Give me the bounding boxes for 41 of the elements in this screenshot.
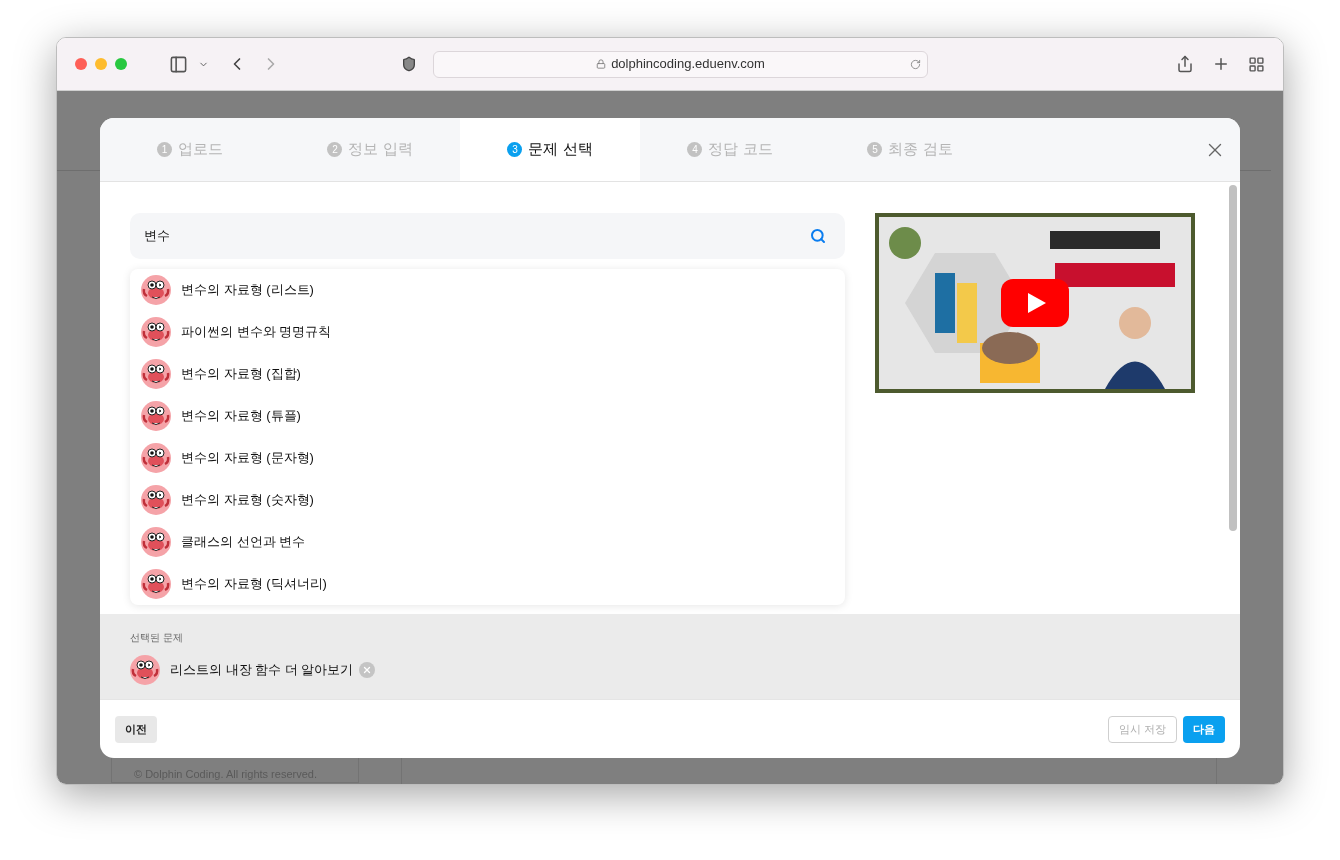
step-tab[interactable]: 3 문제 선택 [460, 118, 640, 181]
step-number: 4 [687, 142, 703, 157]
address-bar[interactable]: dolphincoding.eduenv.com [433, 50, 928, 78]
previous-button[interactable]: 이전 [115, 715, 157, 743]
close-window-icon[interactable] [75, 58, 87, 70]
result-item[interactable]: 파이썬의 변수와 명명규칙 [130, 311, 845, 353]
result-item[interactable]: 변수의 자료형 (문자형) [130, 437, 845, 479]
search-icon[interactable] [810, 228, 826, 244]
step-number: 5 [867, 142, 883, 157]
step-number: 3 [507, 142, 523, 157]
url-text: dolphincoding.eduenv.com [611, 55, 765, 74]
selected-item-title: 리스트의 내장 함수 더 알아보기 [170, 661, 354, 680]
crab-avatar-icon [141, 401, 171, 431]
crab-avatar-icon [141, 359, 171, 389]
sidebar-icon[interactable] [169, 54, 188, 74]
lock-icon [596, 59, 607, 69]
crab-avatar-icon [141, 569, 171, 599]
step-number: 2 [327, 142, 343, 157]
result-item[interactable]: 변수의 자료형 (집합) [130, 353, 845, 395]
tab-overview-icon[interactable] [1248, 55, 1265, 73]
result-item[interactable]: 변수의 자료형 (리스트) [130, 269, 845, 311]
share-icon[interactable] [1176, 55, 1194, 73]
result-item[interactable]: 변수의 자료형 (숫자형) [130, 479, 845, 521]
result-item[interactable]: 변수의 자료형 (튜플) [130, 395, 845, 437]
result-item[interactable]: 변수의 자료형 (딕셔너리) [130, 563, 845, 605]
zoom-window-icon[interactable] [115, 58, 127, 70]
search-field[interactable]: 변수 [130, 213, 845, 259]
new-tab-icon[interactable] [1212, 55, 1230, 73]
crab-avatar-icon [130, 655, 160, 685]
reload-icon[interactable] [910, 58, 921, 70]
step-number: 1 [157, 142, 172, 157]
crab-avatar-icon [141, 275, 171, 305]
crab-avatar-icon [141, 443, 171, 473]
shield-icon[interactable] [401, 56, 417, 72]
crab-avatar-icon [141, 527, 171, 557]
crab-avatar-icon [141, 485, 171, 515]
scrollbar-thumb[interactable] [1229, 185, 1237, 531]
result-item[interactable]: 클래스의 선언과 변수 [130, 521, 845, 563]
play-button-icon[interactable] [1001, 279, 1069, 327]
crab-avatar-icon [141, 317, 171, 347]
section-label: 선택된 문제 [130, 631, 184, 645]
